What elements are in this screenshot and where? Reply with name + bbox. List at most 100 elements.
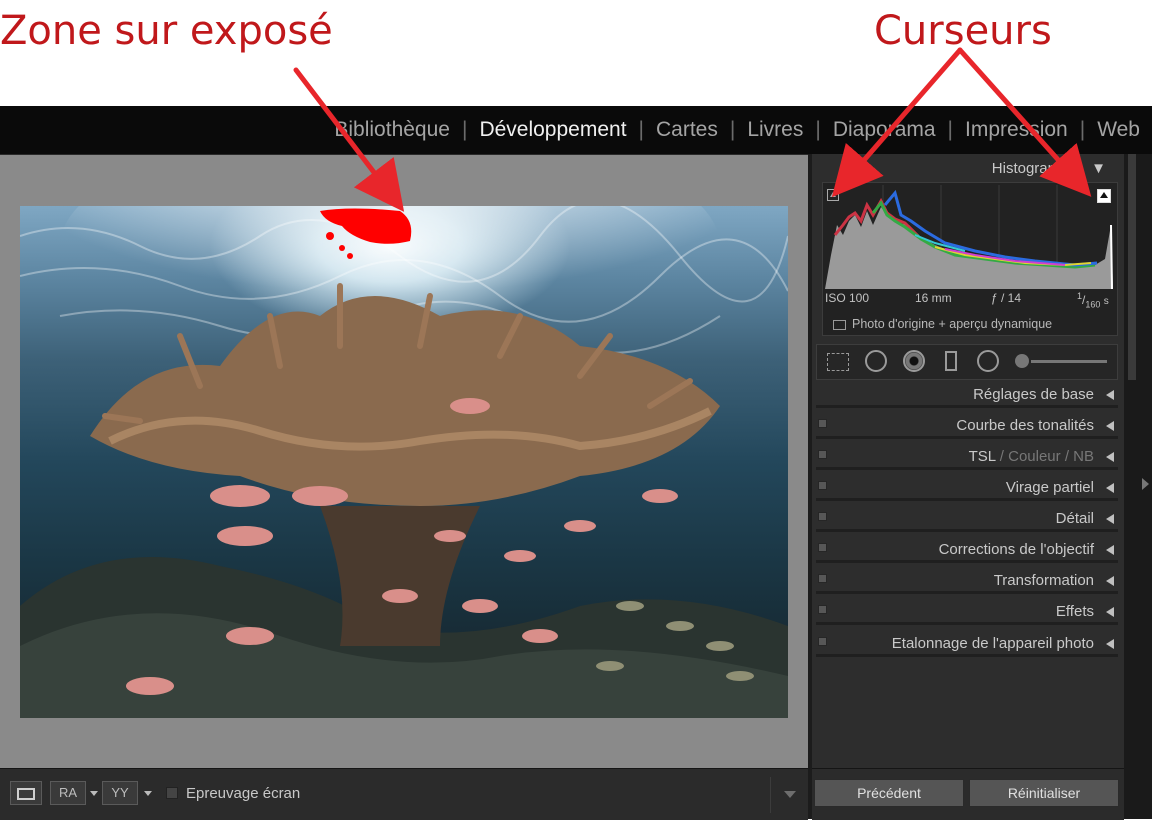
previous-button[interactable]: Précédent (814, 779, 964, 807)
panel-hsl[interactable]: TSL / Couleur / NB (816, 446, 1118, 470)
panel-switch[interactable] (818, 419, 827, 428)
panel-split-toning[interactable]: Virage partiel (816, 477, 1118, 501)
softproof-checkbox[interactable] (166, 787, 178, 799)
triangle-left-icon (1106, 514, 1114, 524)
module-bar: Bibliothèque | Développement | Cartes | … (0, 106, 1152, 154)
panel-switch[interactable] (818, 574, 827, 583)
panel-basic[interactable]: Réglages de base (816, 384, 1118, 408)
photo-icon (833, 319, 846, 330)
spot-removal-icon[interactable] (865, 350, 887, 372)
red-eye-icon[interactable] (903, 350, 925, 372)
panel-lens-corrections-label: Corrections de l'objectif (938, 541, 1094, 558)
before-after-label: RA (58, 785, 78, 800)
softproof-label: Epreuvage écran (186, 785, 301, 802)
tab-hsl[interactable]: TSL (969, 448, 996, 465)
panel-camera-calibration-label: Etalonnage de l'appareil photo (891, 635, 1094, 652)
brush-slider[interactable] (1031, 360, 1107, 363)
triangle-left-icon (1106, 576, 1114, 586)
triangle-left-icon (1106, 639, 1114, 649)
panel-switch[interactable] (818, 481, 827, 490)
panel-camera-calibration[interactable]: Etalonnage de l'appareil photo (816, 633, 1118, 657)
histogram-focal: 16 mm (915, 291, 952, 305)
chevron-down-icon[interactable] (90, 791, 98, 796)
shutter-numerator: 1 (1077, 291, 1083, 301)
chevron-down-icon[interactable] (144, 791, 152, 796)
right-panel-footer: Précédent Réinitialiser (812, 768, 1124, 820)
module-develop[interactable]: Développement (479, 118, 626, 142)
tab-bw[interactable]: NB (1073, 448, 1094, 465)
underwater-photo[interactable] (20, 206, 788, 718)
shutter-denominator: 160 (1085, 299, 1101, 310)
module-picker: Bibliothèque | Développement | Cartes | … (334, 118, 1140, 142)
highlight-clipping-toggle[interactable] (1097, 189, 1111, 203)
panel-toggle-arrow-icon[interactable] (1142, 478, 1149, 490)
module-library[interactable]: Bibliothèque (334, 118, 450, 142)
reset-button[interactable]: Réinitialiser (969, 779, 1119, 807)
module-print[interactable]: Impression (965, 118, 1068, 142)
annotation-overexposed-zone: Zone sur exposé (0, 8, 333, 54)
panel-detail-label: Détail (1055, 510, 1094, 527)
triangle-left-icon (1106, 607, 1114, 617)
histogram-shutter: 1/160 s (1077, 291, 1109, 310)
panel-switch[interactable] (818, 512, 827, 521)
histogram-aperture: ƒ / 14 (991, 291, 1022, 305)
graduated-filter-icon[interactable] (945, 351, 957, 371)
panel-transform[interactable]: Transformation (816, 570, 1118, 594)
module-web[interactable]: Web (1097, 118, 1140, 142)
bottom-toolbar: RA YY Epreuvage écran (0, 768, 808, 820)
swap-label: YY (111, 785, 129, 800)
triangle-up-icon (1100, 192, 1108, 198)
tool-strip (816, 344, 1118, 380)
crop-tool-icon[interactable] (827, 353, 849, 371)
triangle-up-icon (830, 192, 836, 197)
toolbar-menu-icon[interactable] (784, 791, 796, 798)
panel-switch[interactable] (818, 605, 827, 614)
toolbar-divider (770, 777, 771, 813)
module-separator: | (947, 118, 954, 141)
triangle-left-icon (1106, 390, 1114, 400)
module-separator: | (461, 118, 468, 141)
triangle-left-icon (1106, 452, 1114, 462)
loupe-view-button[interactable] (10, 781, 42, 805)
histogram-header[interactable]: Histogramme ▼ (992, 160, 1106, 177)
adjustment-brush-icon[interactable] (1015, 354, 1029, 368)
panel-switch[interactable] (818, 543, 827, 552)
triangle-left-icon (1106, 421, 1114, 431)
histogram[interactable]: ISO 100 16 mm ƒ / 14 1/160 s Photo d'ori… (822, 182, 1118, 336)
photo-illustration (20, 206, 788, 718)
panel-detail[interactable]: Détail (816, 508, 1118, 532)
histogram-title: Histogramme (991, 160, 1081, 177)
panel-switch[interactable] (818, 637, 827, 646)
before-after-view-button[interactable]: RA (50, 781, 86, 805)
panel-hsl-label: TSL / Couleur / NB (969, 448, 1094, 465)
shutter-unit: s (1103, 296, 1109, 307)
triangle-left-icon (1106, 545, 1114, 555)
module-separator: | (1079, 118, 1086, 141)
photo-viewer[interactable] (0, 154, 808, 769)
right-panel: Histogramme ▼ ISO 100 16 mm ƒ / 14 1/160… (812, 154, 1124, 768)
tab-color[interactable]: Couleur (1008, 448, 1061, 465)
module-separator: | (815, 118, 821, 141)
radial-filter-icon[interactable] (977, 350, 999, 372)
panel-switch[interactable] (818, 450, 827, 459)
panel-split-toning-label: Virage partiel (1005, 479, 1094, 496)
module-slideshow[interactable]: Diaporama (833, 118, 936, 142)
annotation-sliders: Curseurs (874, 8, 1052, 54)
shadow-clipping-toggle[interactable] (827, 189, 839, 201)
scrollbar-thumb[interactable] (1128, 154, 1136, 380)
panel-lens-corrections[interactable]: Corrections de l'objectif (816, 539, 1118, 563)
module-map[interactable]: Cartes (656, 118, 718, 142)
histogram-iso: ISO 100 (825, 291, 870, 305)
panel-effects[interactable]: Effets (816, 601, 1118, 625)
module-book[interactable]: Livres (747, 118, 803, 142)
before-after-swap-button[interactable]: YY (102, 781, 138, 805)
right-panel-scrollbar[interactable] (1124, 154, 1152, 819)
triangle-down-icon: ▼ (1091, 160, 1106, 177)
histogram-graph (825, 185, 1113, 289)
original-preview-toggle[interactable]: Photo d'origine + aperçu dynamique (833, 317, 1052, 331)
panel-tone-curve[interactable]: Courbe des tonalités (816, 415, 1118, 439)
panel-tone-curve-label: Courbe des tonalités (956, 417, 1094, 434)
module-separator: | (729, 118, 736, 141)
tab-separator: / (1064, 448, 1074, 465)
module-separator: | (638, 118, 644, 141)
